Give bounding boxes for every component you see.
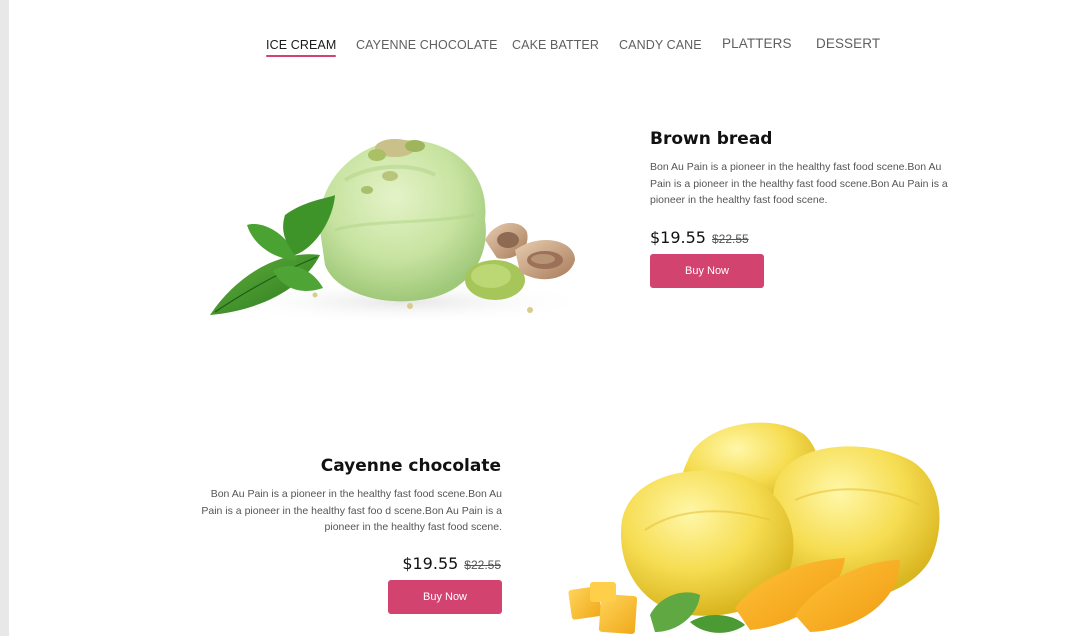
current-price: $19.55 xyxy=(650,228,706,247)
left-scroll-rail xyxy=(0,0,9,636)
product-title: Cayenne chocolate xyxy=(320,456,501,476)
price-row: $19.55 $22.55 xyxy=(402,554,501,574)
tab-ice-cream[interactable]: ICE CREAM xyxy=(266,37,337,57)
product-title: Brown bread xyxy=(650,129,773,149)
pistachio-ice-cream-image xyxy=(210,139,595,324)
buy-now-button[interactable]: Buy Now xyxy=(388,580,502,614)
product-description: Bon Au Pain is a pioneer in the healthy … xyxy=(650,161,948,206)
old-price: $22.55 xyxy=(464,558,501,572)
tab-cayenne-chocolate[interactable]: CAYENNE CHOCOLATE xyxy=(356,37,498,53)
current-price: $19.55 xyxy=(402,554,459,573)
buy-now-button[interactable]: Buy Now xyxy=(650,254,764,288)
price-row: $19.55 $22.55 xyxy=(650,228,749,248)
page: ICE CREAM CAYENNE CHOCOLATE CAKE BATTER … xyxy=(0,0,1092,636)
category-tabs: ICE CREAM CAYENNE CHOCOLATE CAKE BATTER … xyxy=(0,36,1092,59)
old-price: $22.55 xyxy=(711,232,749,246)
tab-dessert[interactable]: DESSERT xyxy=(816,36,880,52)
product-description: Bon Au Pain is a pioneer in the healthy … xyxy=(201,488,502,533)
tab-cake-batter[interactable]: CAKE BATTER xyxy=(512,37,599,53)
tab-candy-cane[interactable]: CANDY CANE xyxy=(619,37,702,53)
tab-platters[interactable]: PLATTERS xyxy=(722,36,792,52)
mango-sorbet-image xyxy=(568,422,940,635)
